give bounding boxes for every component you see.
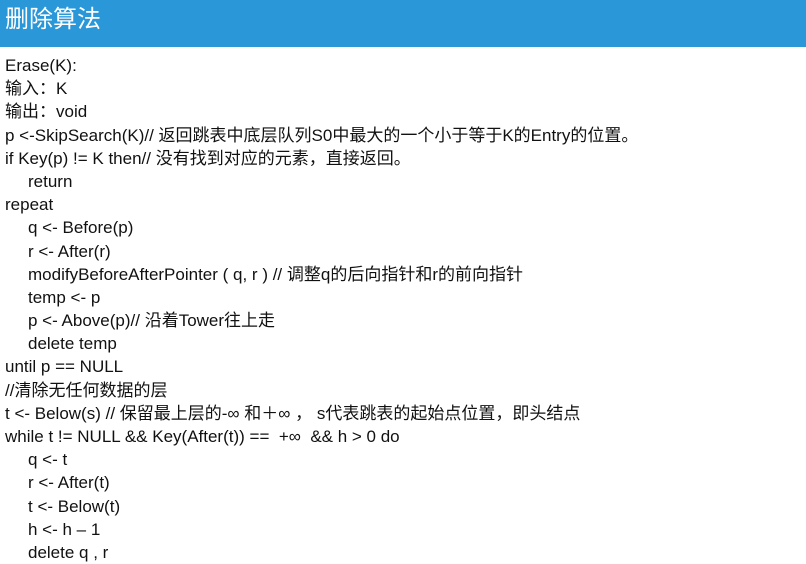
code-line: //清除无任何数据的层 [5,380,168,400]
code-line: temp <- p [28,287,101,307]
code-line: p <-SkipSearch(K)// 返回跳表中底层队列S0中最大的一个小于等… [5,125,639,145]
code-line: repeat [5,195,54,215]
code-line: 输入：K [5,79,68,99]
code-line: while t != NULL && Key(After(t)) == +∞ &… [5,427,400,446]
code-line: t <- Below(s) // 保留最上层的-∞ 和＋∞ ， s代表跳表的起始… [5,403,581,423]
code-line: modifyBeforeAfterPointer ( q, r ) // 调整q… [28,264,523,284]
code-line: return [28,171,73,191]
code-block: Erase(K): 输入：K 输出：void p <-SkipSearch(K)… [0,54,806,564]
code-line: until p == NULL [5,357,124,377]
code-line: p <- Above(p)// 沿着Tower往上走 [28,311,276,331]
code-line: q <- Before(p) [28,218,134,238]
code-line: q <- t [28,450,68,470]
code-line: t <- Below(t) [28,496,121,516]
page-title: 删除算法 [5,5,101,33]
title-bar: 删除算法 [0,0,806,47]
code-line: delete temp [28,334,117,354]
code-line: r <- After(r) [28,241,111,261]
code-line: 输出：void [5,102,88,122]
code-line: h <- h – 1 [28,519,101,539]
code-line: Erase(K): [5,56,77,75]
code-line: if Key(p) != K then// 没有找到对应的元素，直接返回。 [5,148,411,168]
code-line: r <- After(t) [28,473,110,493]
code-line: delete q , r [28,542,109,562]
